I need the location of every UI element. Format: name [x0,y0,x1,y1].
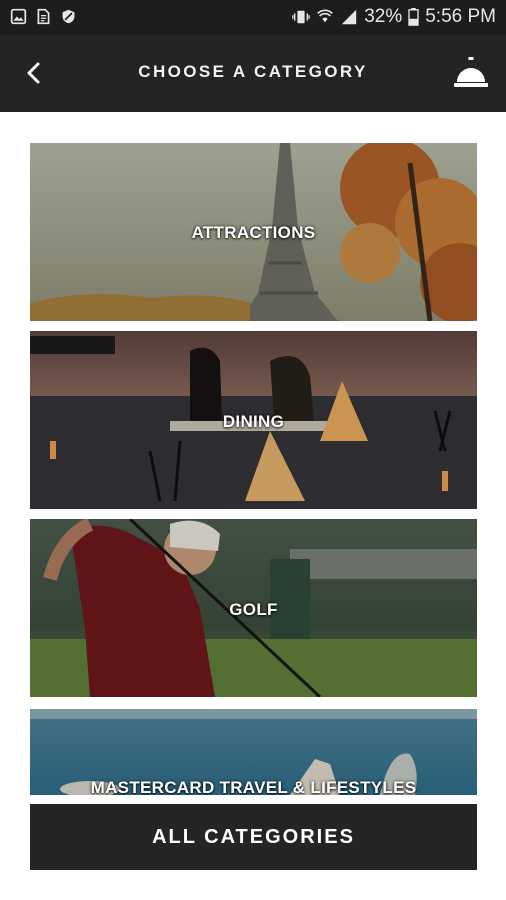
app-header: CHOOSE A CATEGORY [0,34,506,112]
category-label-dining: DINING [222,412,285,431]
status-time: 5:56 PM [425,6,496,27]
signal-icon [342,9,357,25]
category-label-attractions: ATTRACTIONS [191,223,316,242]
gallery-icon [10,8,27,25]
concierge-bell-icon[interactable] [452,54,490,92]
page-title: CHOOSE A CATEGORY [138,62,368,81]
category-card-golf[interactable]: GOLF [30,519,477,697]
category-label-mastercard-travel-lifestyles: MASTERCARD TRAVEL & LIFESTYLES [90,778,417,795]
status-bar: 32% 5:56 PM [0,0,506,34]
all-categories-button[interactable]: ALL CATEGORIES [30,804,477,870]
battery-percentage: 32% [364,6,403,27]
status-bar-system: 32% 5:56 PM [292,6,496,28]
status-bar-notifications [10,8,77,25]
document-icon [37,8,50,25]
vibrate-icon [292,10,310,24]
category-card-mastercard-travel-lifestyles[interactable]: MASTERCARD TRAVEL & LIFESTYLES [30,709,477,795]
battery-icon [408,8,419,26]
shield-icon [62,9,75,24]
wifi-icon [317,9,333,23]
category-label-golf: GOLF [229,600,278,619]
category-card-dining[interactable]: DINING [30,331,477,509]
category-card-attractions[interactable]: ATTRACTIONS [30,143,477,321]
